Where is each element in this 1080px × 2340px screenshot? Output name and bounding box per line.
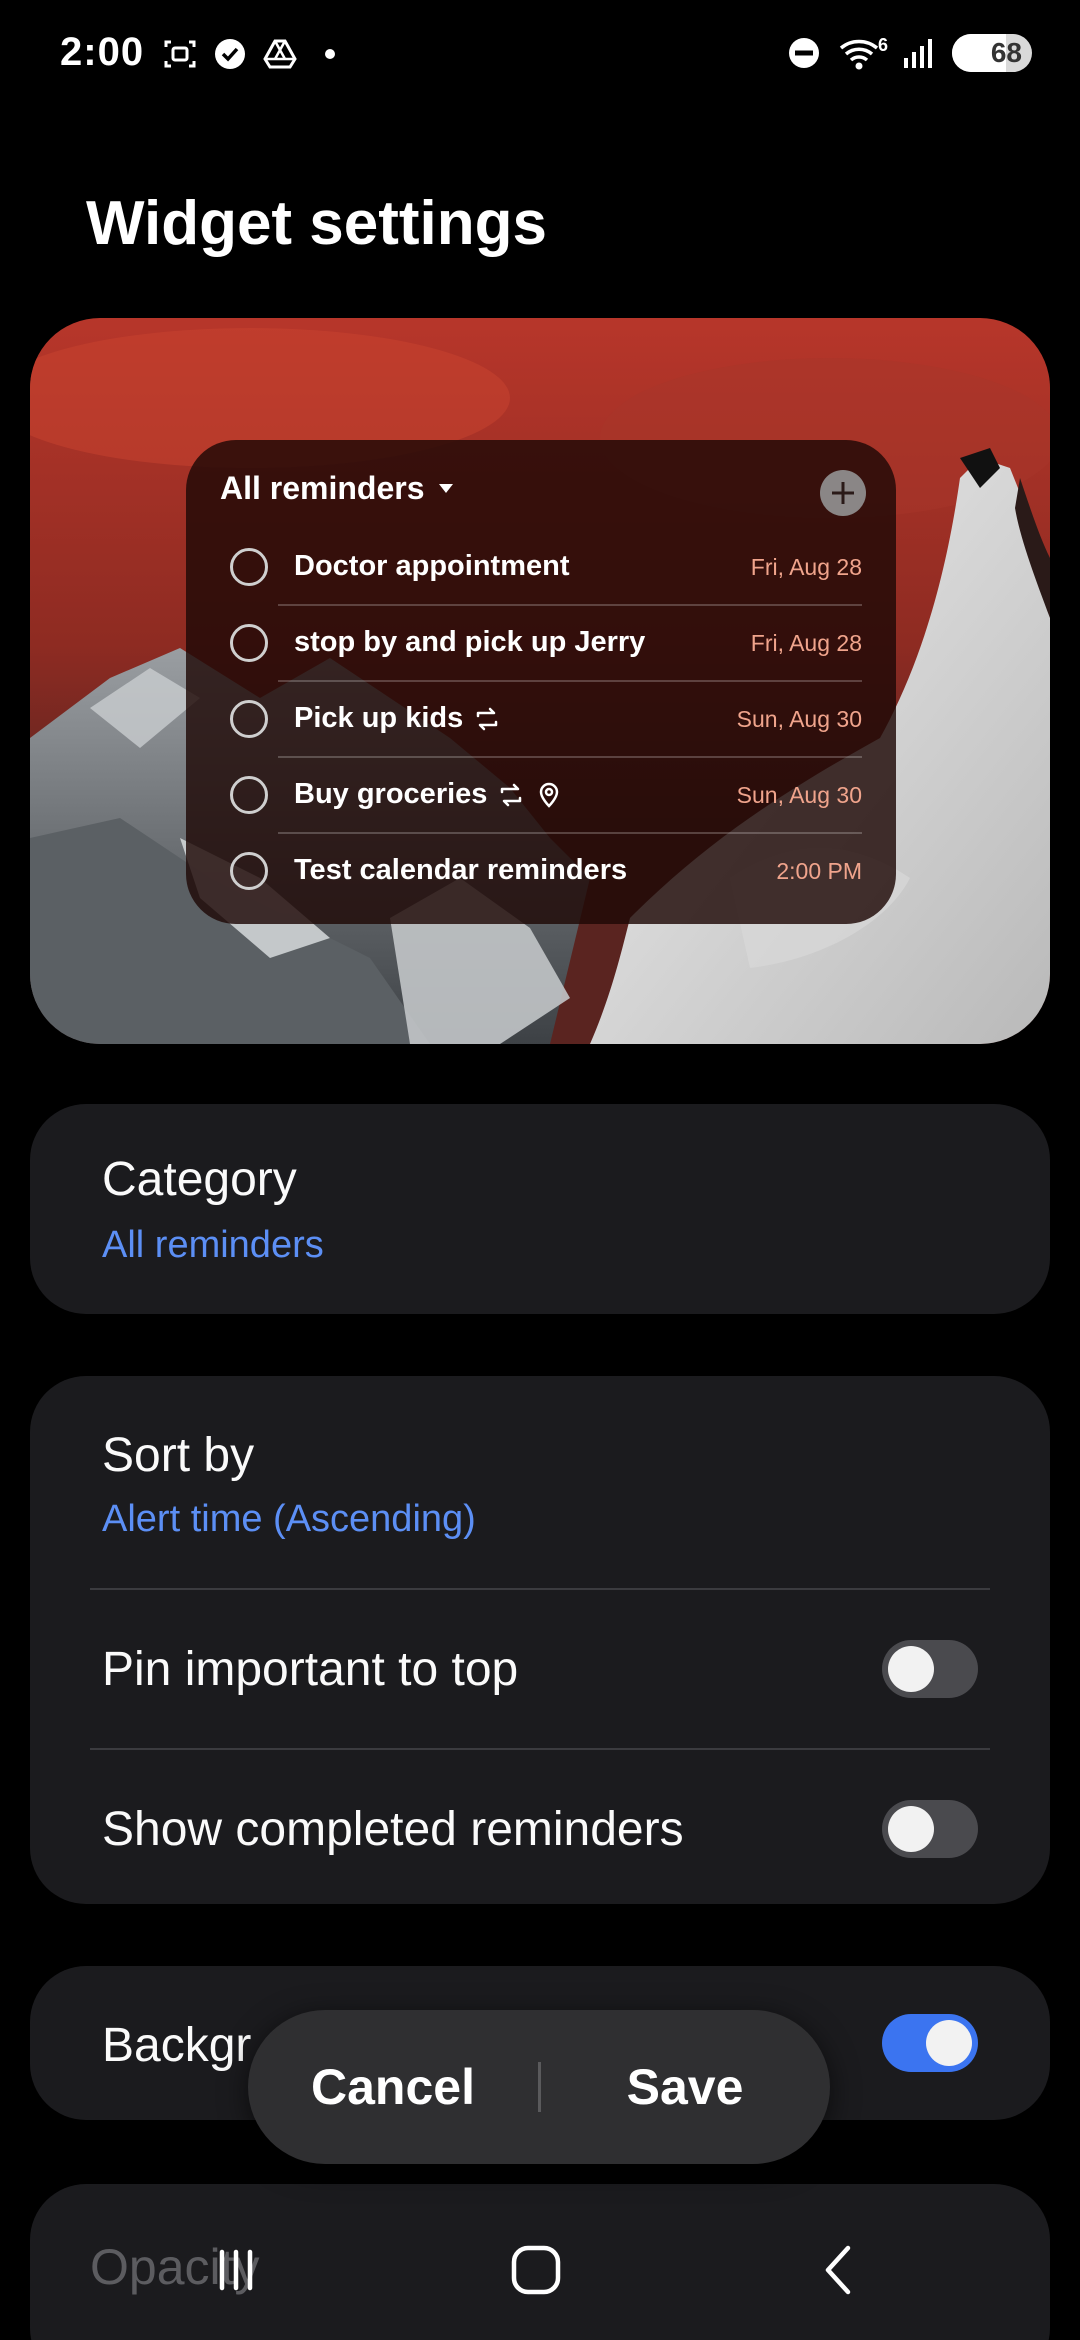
widget-category-dropdown[interactable]: All reminders bbox=[220, 470, 453, 507]
sort-by-value: Alert time (Ascending) bbox=[102, 1498, 476, 1540]
reminders-widget: All reminders Doctor appointment Fri, Aug… bbox=[186, 440, 896, 924]
reminder-title: stop by and pick up Jerry bbox=[294, 626, 645, 659]
recent-apps-icon bbox=[219, 2249, 253, 2291]
do-not-disturb-icon bbox=[786, 35, 822, 71]
reminder-row[interactable]: Pick up kids Sun, Aug 30 bbox=[186, 682, 896, 758]
pin-important-toggle[interactable] bbox=[882, 1640, 978, 1698]
reminder-date: Fri, Aug 28 bbox=[750, 554, 862, 580]
show-completed-toggle[interactable] bbox=[882, 1800, 978, 1858]
home-icon bbox=[511, 2245, 561, 2295]
status-time: 2:00 bbox=[60, 30, 145, 74]
battery-level: 68 bbox=[990, 37, 1022, 68]
reminder-title: Doctor appointment bbox=[294, 550, 570, 583]
reminder-title-text: Buy groceries bbox=[294, 778, 488, 810]
screenshot-icon bbox=[162, 36, 198, 72]
reminder-checkbox[interactable] bbox=[230, 548, 268, 586]
recent-apps-button[interactable] bbox=[156, 2200, 316, 2340]
reminder-checkbox[interactable] bbox=[230, 624, 268, 662]
reminder-title: Buy groceries bbox=[294, 778, 563, 811]
toggle-knob bbox=[888, 1806, 934, 1852]
toggle-knob bbox=[926, 2020, 972, 2066]
back-icon bbox=[825, 2245, 851, 2295]
category-setting[interactable]: Category All reminders bbox=[30, 1104, 1050, 1314]
page-title: Widget settings bbox=[86, 189, 548, 258]
wifi-label: 6 bbox=[877, 34, 888, 55]
background-label: Backgr bbox=[102, 2019, 252, 2072]
sort-options-card: Sort by Alert time (Ascending) Pin impor… bbox=[30, 1376, 1050, 1904]
reminder-title-text: Test calendar reminders bbox=[294, 854, 628, 886]
show-completed-row[interactable]: Show completed reminders bbox=[30, 1750, 1050, 1904]
reminder-title: Test calendar reminders bbox=[294, 854, 627, 887]
back-button[interactable] bbox=[760, 2200, 920, 2340]
pin-important-label: Pin important to top bbox=[102, 1643, 519, 1696]
location-pin-icon bbox=[535, 781, 563, 809]
save-button[interactable]: Save bbox=[540, 2010, 830, 2164]
widget-reminder-list: Doctor appointment Fri, Aug 28 stop by and… bbox=[186, 530, 896, 910]
repeat-icon bbox=[497, 781, 525, 809]
toggle-knob bbox=[888, 1646, 934, 1692]
reminder-date: Sun, Aug 30 bbox=[736, 782, 862, 808]
category-value: All reminders bbox=[102, 1224, 324, 1266]
cancel-button[interactable]: Cancel bbox=[248, 2010, 538, 2164]
navigation-bar bbox=[0, 2200, 1080, 2340]
background-toggle[interactable] bbox=[882, 2014, 978, 2072]
battery-indicator: 68 bbox=[952, 34, 1032, 72]
reminder-row[interactable]: Test calendar reminders 2:00 PM bbox=[186, 834, 896, 910]
plus-icon bbox=[832, 482, 854, 504]
reminder-checkbox[interactable] bbox=[230, 852, 268, 890]
show-completed-label: Show completed reminders bbox=[102, 1803, 684, 1856]
widget-header-label: All reminders bbox=[220, 470, 425, 506]
reminder-title-text: Pick up kids bbox=[294, 702, 464, 734]
signal-icon bbox=[902, 35, 938, 71]
dropdown-caret-icon bbox=[438, 484, 453, 493]
system-icons: 6 68 bbox=[786, 34, 1032, 72]
reminder-row[interactable]: stop by and pick up Jerry Fri, Aug 28 bbox=[186, 606, 896, 682]
reminder-title-text: stop by and pick up Jerry bbox=[294, 626, 646, 658]
dot-icon bbox=[312, 36, 348, 72]
action-bar: Cancel Save bbox=[248, 2010, 830, 2164]
reminder-row[interactable]: Doctor appointment Fri, Aug 28 bbox=[186, 530, 896, 606]
reminder-checkbox[interactable] bbox=[230, 700, 268, 738]
status-bar: 2:00 6 68 bbox=[0, 0, 1080, 110]
reminder-title: Pick up kids bbox=[294, 702, 501, 735]
pin-important-row[interactable]: Pin important to top bbox=[30, 1590, 1050, 1748]
add-reminder-button[interactable] bbox=[820, 470, 866, 516]
repeat-icon bbox=[473, 705, 501, 733]
widget-preview: All reminders Doctor appointment Fri, Aug… bbox=[30, 318, 1050, 1044]
home-button[interactable] bbox=[456, 2200, 616, 2340]
reminder-title-text: Doctor appointment bbox=[294, 550, 570, 582]
notification-icons bbox=[162, 36, 348, 72]
reminder-row[interactable]: Buy groceries Sun, Aug 30 bbox=[186, 758, 896, 834]
reminder-date: 2:00 PM bbox=[776, 858, 862, 884]
category-title: Category bbox=[102, 1153, 297, 1206]
check-circle-icon bbox=[212, 36, 248, 72]
sort-by-title: Sort by bbox=[102, 1429, 255, 1482]
reminder-checkbox[interactable] bbox=[230, 776, 268, 814]
sort-by-setting[interactable]: Sort by Alert time (Ascending) bbox=[30, 1376, 1050, 1588]
reminder-date: Sun, Aug 30 bbox=[736, 706, 862, 732]
reminder-date: Fri, Aug 28 bbox=[750, 630, 862, 656]
drive-icon bbox=[262, 36, 298, 72]
